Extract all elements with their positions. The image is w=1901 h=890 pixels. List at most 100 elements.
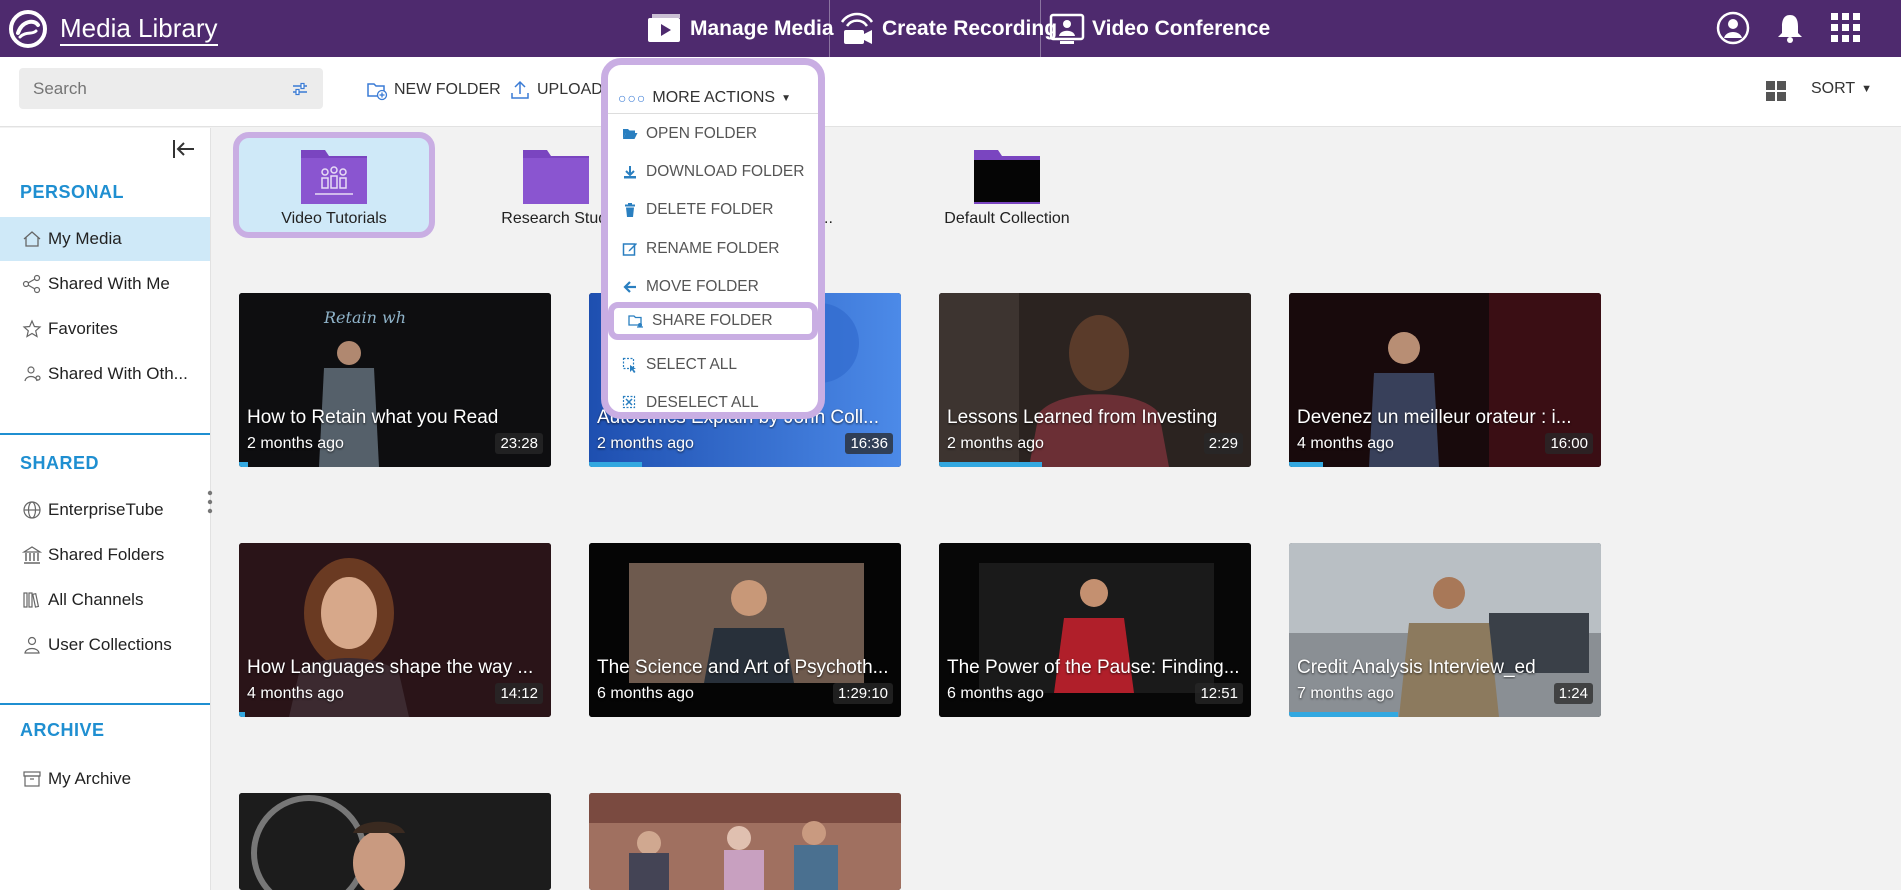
collapse-sidebar-icon[interactable] <box>172 138 196 160</box>
logo-icon <box>9 10 47 48</box>
menu-select-all[interactable]: SELECT ALL <box>622 350 812 380</box>
upload-button[interactable]: UPLOAD <box>509 77 603 103</box>
video-title: How Languages shape the way ... <box>247 657 534 678</box>
video-card[interactable]: Devenez un meilleur orateur : i... 4 mon… <box>1289 293 1601 467</box>
sidebar-item-label: Shared With Me <box>48 274 170 293</box>
menu-rename-folder[interactable]: RENAME FOLDER <box>622 234 812 264</box>
video-card[interactable]: Credit Analysis Interview_ed 7 months ag… <box>1289 543 1601 717</box>
globe-icon <box>23 501 41 519</box>
folder-name: Research Studi <box>501 210 611 227</box>
bell-icon[interactable] <box>1773 11 1807 45</box>
video-card[interactable] <box>589 793 901 890</box>
sidebar-item-all-channels[interactable]: All Channels <box>0 578 210 622</box>
dots-icon: ○○○ <box>618 90 647 106</box>
sidebar-item-my-archive[interactable]: My Archive <box>0 757 210 801</box>
search-input[interactable] <box>19 68 323 109</box>
menu-item-label: MOVE FOLDER <box>646 278 759 295</box>
watch-progress <box>589 462 643 467</box>
section-divider <box>0 703 210 705</box>
video-age: 4 months ago <box>1297 435 1394 452</box>
video-duration: 2:29 <box>1203 433 1243 454</box>
video-title: Devenez un meilleur orateur : i... <box>1297 407 1572 428</box>
apps-grid-icon[interactable] <box>1829 11 1863 45</box>
menu-divider <box>608 113 818 114</box>
sort-button[interactable]: SORT ▼ <box>1811 80 1872 98</box>
video-conference-link[interactable]: Video Conference <box>1048 0 1270 57</box>
manage-media-link[interactable]: Manage Media <box>646 0 834 57</box>
video-card[interactable]: Lessons Learned from Investing 2 months … <box>939 293 1251 467</box>
archive-icon <box>23 771 41 787</box>
recording-icon <box>840 12 874 44</box>
video-title: The Science and Art of Psychoth... <box>597 657 889 678</box>
video-title: The Power of the Pause: Finding... <box>947 657 1240 678</box>
sidebar-item-label: Shared With Oth... <box>48 364 188 383</box>
folder-video-tutorials[interactable]: Video Tutorials <box>233 132 435 238</box>
nav-divider <box>1040 0 1041 57</box>
sidebar: PERSONAL My Media Shared With Me Favorit… <box>0 128 213 890</box>
edit-icon <box>622 243 637 256</box>
create-recording-label: Create Recording <box>882 16 1058 40</box>
menu-move-folder[interactable]: MOVE FOLDER <box>622 272 812 302</box>
sort-label: SORT <box>1811 80 1856 97</box>
video-age: 7 months ago <box>1297 685 1394 702</box>
section-personal: PERSONAL <box>20 182 125 202</box>
top-bar: Media Library Manage Media Create Record… <box>0 0 1901 57</box>
video-age: 6 months ago <box>597 685 694 702</box>
video-thumbnail <box>589 793 901 890</box>
menu-download-folder[interactable]: DOWNLOAD FOLDER <box>622 157 812 187</box>
sidebar-item-shared-with-me[interactable]: Shared With Me <box>0 262 210 306</box>
app-title[interactable]: Media Library <box>60 12 218 46</box>
brand[interactable]: Media Library <box>8 10 218 48</box>
folder-name: Video Tutorials <box>281 210 387 227</box>
video-card[interactable]: Retain wh How to Retain what you Read 2 … <box>239 293 551 467</box>
sidebar-item-user-collections[interactable]: User Collections <box>0 623 210 667</box>
building-icon <box>22 546 42 564</box>
video-duration: 16:36 <box>845 433 893 454</box>
sidebar-item-shared-with-others[interactable]: Shared With Oth... <box>0 352 210 396</box>
menu-delete-folder[interactable]: DELETE FOLDER <box>622 195 812 225</box>
more-actions-button[interactable]: ○○○ MORE ACTIONS ▼ <box>618 89 791 107</box>
video-duration: 14:12 <box>495 683 543 704</box>
video-duration: 12:51 <box>1195 683 1243 704</box>
menu-item-label: DESELECT ALL <box>646 394 759 411</box>
toolbar: NEW FOLDER UPLOAD SORT ▼ <box>0 57 1901 127</box>
library-icon <box>23 592 40 608</box>
nav-divider <box>829 0 830 57</box>
user-account-icon[interactable] <box>1716 11 1750 45</box>
watch-progress <box>239 712 246 717</box>
trash-icon <box>625 203 635 217</box>
menu-share-folder[interactable]: SHARE FOLDER <box>608 302 818 340</box>
menu-open-folder[interactable]: OPEN FOLDER <box>622 119 812 149</box>
section-divider <box>0 433 210 435</box>
video-duration: 1:29:10 <box>832 683 893 704</box>
create-recording-link[interactable]: Create Recording <box>838 0 1057 57</box>
video-duration: 16:00 <box>1545 433 1593 454</box>
folder-default-collection[interactable]: Default Collection <box>907 144 1107 228</box>
arrow-left-icon <box>623 281 636 293</box>
menu-item-label: SHARE FOLDER <box>652 312 773 329</box>
user-icon <box>24 636 40 654</box>
new-folder-icon <box>367 83 388 101</box>
new-folder-button[interactable]: NEW FOLDER <box>366 77 501 103</box>
sidebar-item-shared-folders[interactable]: Shared Folders <box>0 533 210 577</box>
watch-progress <box>939 462 1042 467</box>
conference-icon <box>1049 13 1085 44</box>
video-card[interactable]: How Languages shape the way ... 4 months… <box>239 543 551 717</box>
video-age: 2 months ago <box>247 435 344 452</box>
sidebar-item-label: All Channels <box>48 590 144 609</box>
video-card[interactable] <box>239 793 551 890</box>
filter-icon[interactable] <box>291 80 309 98</box>
sidebar-item-my-media[interactable]: My Media <box>0 217 210 261</box>
video-duration: 1:24 <box>1553 683 1593 704</box>
grid-view-icon[interactable] <box>1765 80 1787 102</box>
video-age: 6 months ago <box>947 685 1044 702</box>
video-title: How to Retain what you Read <box>247 407 499 428</box>
new-folder-label: NEW FOLDER <box>394 81 501 98</box>
sidebar-item-enterprisetube[interactable]: EnterpriseTube <box>0 488 210 532</box>
sidebar-item-favorites[interactable]: Favorites <box>0 307 210 351</box>
video-card[interactable]: The Science and Art of Psychoth... 6 mon… <box>589 543 901 717</box>
users-share-icon <box>24 366 41 382</box>
menu-deselect-all[interactable]: DESELECT ALL <box>622 388 812 418</box>
video-card[interactable]: The Power of the Pause: Finding... 6 mon… <box>939 543 1251 717</box>
video-title: Lessons Learned from Investing <box>947 407 1218 428</box>
